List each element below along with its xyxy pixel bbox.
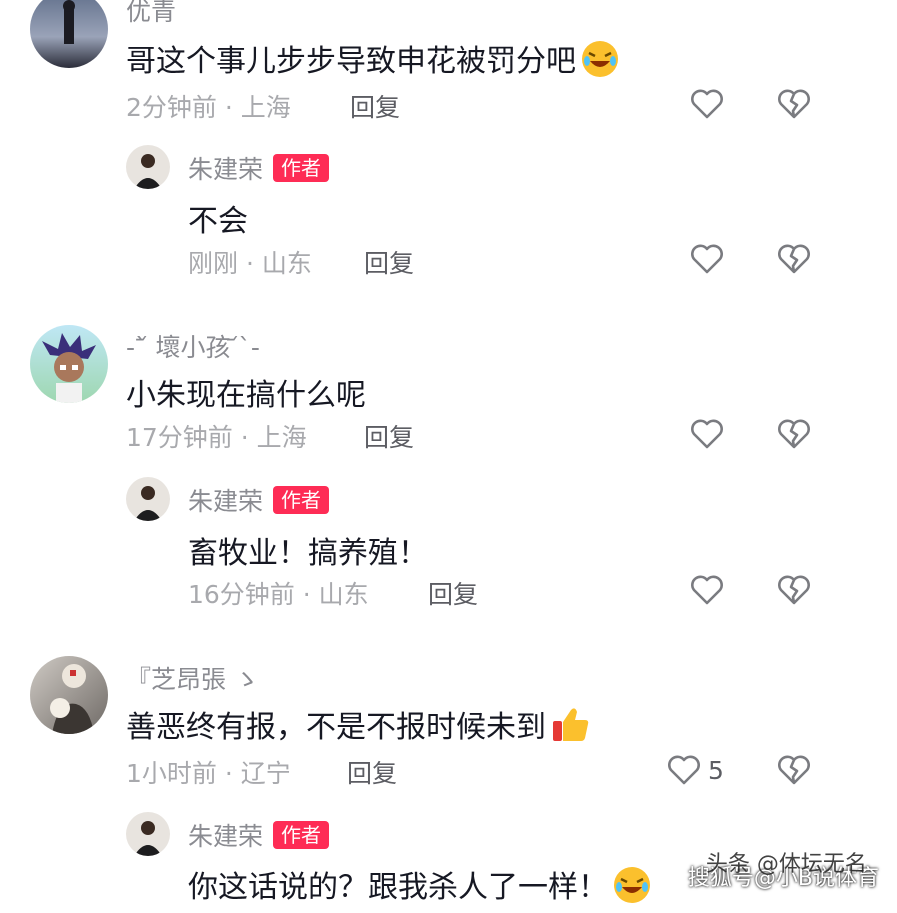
heart-outline-icon[interactable] [689, 416, 725, 452]
like-count: 5 [708, 756, 724, 785]
reply-meta: 16分钟前 · 山东 [188, 580, 369, 609]
comment-text: 小朱现在搞什么呢 [126, 378, 366, 413]
reply-text: 你这话说的？跟我杀人了一样！ [188, 862, 652, 913]
reply-button[interactable]: 回复 [364, 418, 414, 454]
comment-meta: 1小时前 · 辽宁 [126, 759, 291, 788]
avatar[interactable] [126, 145, 170, 189]
comment-meta: 2分钟前 · 上海 [126, 93, 291, 122]
heart-outline-icon[interactable] [689, 86, 725, 122]
reply-button[interactable]: 回复 [364, 244, 414, 280]
comment-text: 哥这个事儿步步导致申花被罚分吧 [126, 36, 620, 87]
reply-username[interactable]: 朱建荣 作者 [188, 817, 330, 853]
avatar[interactable] [126, 812, 170, 856]
comment-meta: 17分钟前 · 上海 [126, 423, 307, 452]
comment-username[interactable]: -`᷄ 壞小孩 ᷄`- [126, 328, 260, 364]
watermark: 头条 @体坛无名 搜狐号@小B说体育 [688, 852, 879, 892]
author-badge: 作者 [273, 486, 330, 514]
reply-username[interactable]: 朱建荣 作者 [188, 482, 330, 518]
avatar[interactable] [126, 477, 170, 521]
reply-username[interactable]: 朱建荣 作者 [188, 150, 330, 186]
reply-button[interactable]: 回复 [350, 88, 400, 124]
heart-outline-icon[interactable] [689, 241, 725, 277]
broken-heart-icon[interactable] [776, 752, 812, 788]
thumbs-up-emoji [550, 703, 592, 753]
avatar[interactable] [30, 325, 108, 403]
comment-username[interactable]: 『芝昂張 ゝ [126, 660, 259, 696]
avatar[interactable] [30, 656, 108, 734]
broken-heart-icon[interactable] [776, 241, 812, 277]
broken-heart-icon[interactable] [776, 86, 812, 122]
grinning-squint-tears-emoji [580, 39, 620, 87]
reply-text: 畜牧业！搞养殖！ [188, 536, 428, 571]
grinning-squint-tears-emoji [612, 865, 652, 913]
reply-text: 不会 [188, 204, 248, 239]
broken-heart-icon[interactable] [776, 572, 812, 608]
heart-outline-icon[interactable] [666, 752, 702, 788]
reply-meta: 刚刚 · 山东 [188, 249, 312, 278]
avatar[interactable] [30, 0, 108, 68]
comment-text: 善恶终有报，不是不报时候未到 [126, 702, 592, 753]
watermark-toutiao: 头条 @体坛无名 [705, 852, 867, 877]
reply-button[interactable]: 回复 [347, 754, 397, 790]
comment-username[interactable]: 优青 [126, 0, 176, 28]
reply-button[interactable]: 回复 [428, 575, 478, 611]
broken-heart-icon[interactable] [776, 416, 812, 452]
author-badge: 作者 [273, 154, 330, 182]
author-badge: 作者 [273, 821, 330, 849]
heart-outline-icon[interactable] [689, 572, 725, 608]
